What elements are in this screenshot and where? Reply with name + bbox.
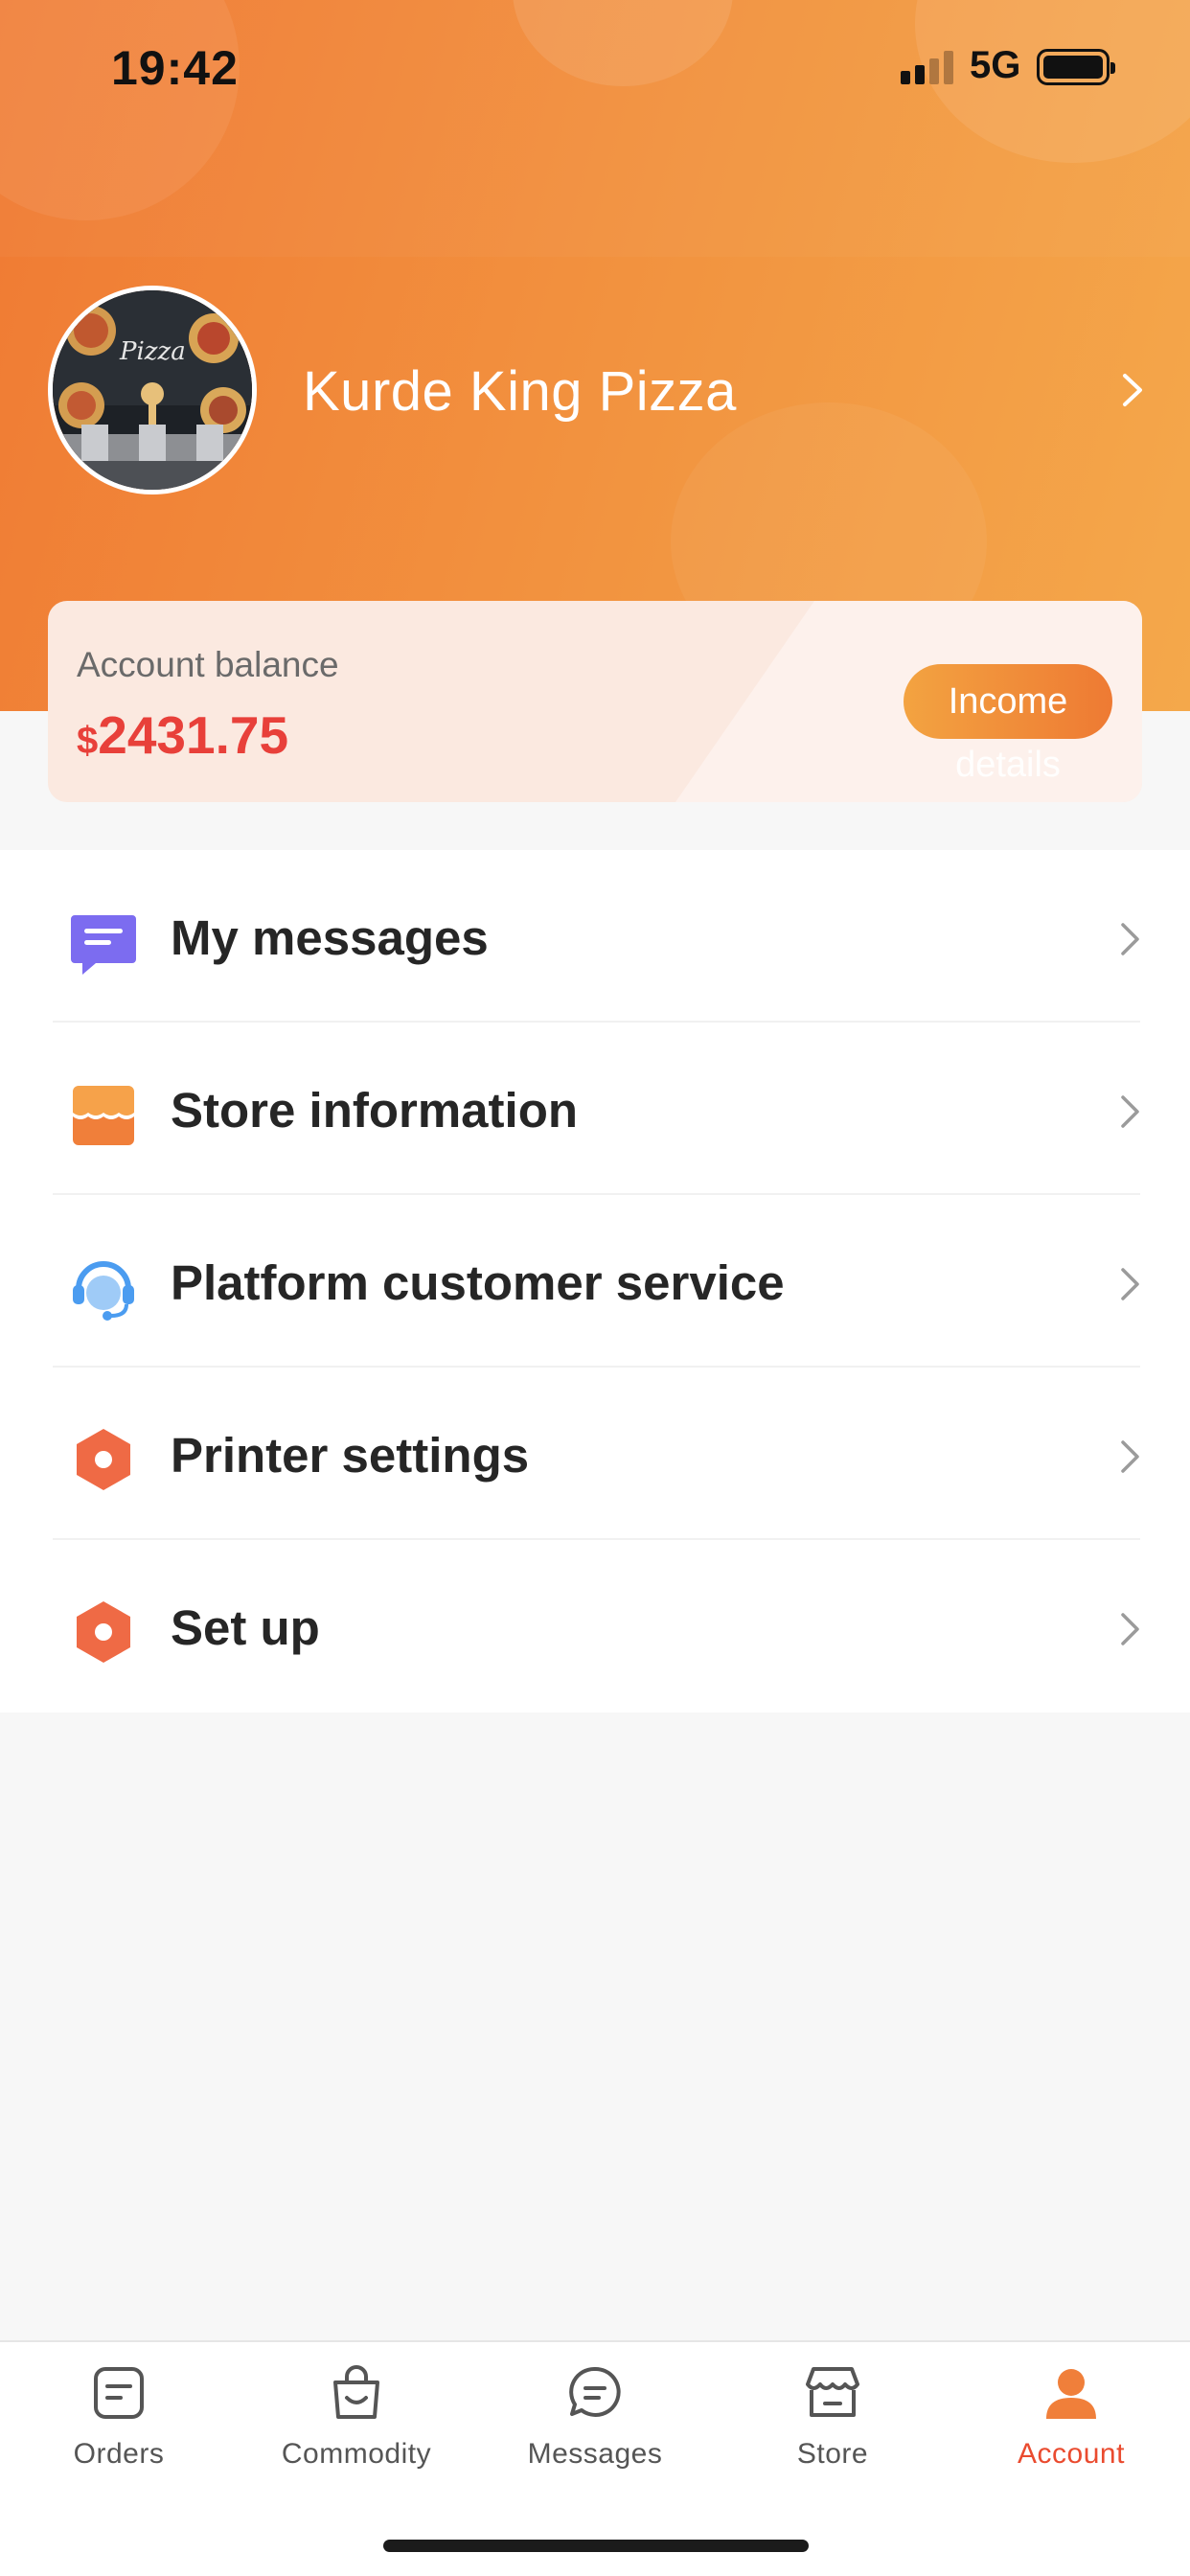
tab-commodity[interactable]: Commodity xyxy=(238,2342,475,2486)
menu-item-printer-settings[interactable]: Printer settings xyxy=(0,1368,1190,1540)
menu-item-label: Store information xyxy=(171,1083,579,1138)
hexagon-gear-icon xyxy=(77,1429,130,1490)
menu-item-label: Platform customer service xyxy=(171,1255,785,1310)
income-button-label-2: details xyxy=(955,745,1061,785)
tab-label: Messages xyxy=(527,2438,663,2470)
balance-amount: $2431.75 xyxy=(77,704,288,766)
tab-label: Account xyxy=(1018,2438,1125,2470)
account-menu: My messages Store information Platform c… xyxy=(0,850,1190,1713)
menu-item-set-up[interactable]: Set up xyxy=(0,1540,1190,1713)
tab-orders[interactable]: Orders xyxy=(0,2342,238,2486)
menu-item-label: Set up xyxy=(171,1600,320,1655)
chat-bubble-icon xyxy=(569,2366,621,2417)
chevron-right-icon xyxy=(1121,1268,1139,1300)
menu-item-my-messages[interactable]: My messages xyxy=(0,850,1190,1023)
balance-value: 2431.75 xyxy=(98,705,289,765)
chevron-right-icon[interactable] xyxy=(1111,366,1154,414)
chevron-right-icon xyxy=(1121,1095,1139,1128)
store-avatar[interactable]: Pizza xyxy=(48,286,257,494)
chevron-right-icon xyxy=(1121,1613,1139,1645)
tab-messages[interactable]: Messages xyxy=(476,2342,714,2486)
message-icon xyxy=(71,915,136,975)
tab-account[interactable]: Account xyxy=(952,2342,1190,2486)
tab-label: Store xyxy=(796,2438,869,2470)
signal-icon xyxy=(901,50,954,84)
tab-label: Commodity xyxy=(281,2438,432,2470)
menu-item-label: Printer settings xyxy=(171,1428,530,1483)
status-time: 19:42 xyxy=(111,41,239,95)
network-label: 5G xyxy=(970,44,1021,86)
tab-store[interactable]: Store xyxy=(714,2342,951,2486)
chevron-right-icon xyxy=(1121,1440,1139,1473)
chevron-right-icon xyxy=(1121,923,1139,955)
income-button-label: Income xyxy=(948,681,1068,722)
headset-icon xyxy=(73,1261,134,1321)
store-icon xyxy=(806,2367,859,2417)
store-name[interactable]: Kurde King Pizza xyxy=(303,359,737,424)
balance-label: Account balance xyxy=(77,645,339,684)
menu-item-label: My messages xyxy=(171,910,489,965)
shopping-bag-icon xyxy=(333,2365,379,2419)
home-indicator[interactable] xyxy=(383,2540,809,2552)
orders-icon xyxy=(94,2367,144,2419)
currency-symbol: $ xyxy=(77,720,99,762)
store-icon xyxy=(73,1086,134,1145)
account-icon xyxy=(1046,2369,1096,2419)
hexagon-gear-icon xyxy=(77,1601,130,1663)
menu-item-platform-customer-service[interactable]: Platform customer service xyxy=(0,1195,1190,1368)
svg-text:Pizza: Pizza xyxy=(119,337,186,366)
menu-item-store-information[interactable]: Store information xyxy=(0,1023,1190,1195)
tab-label: Orders xyxy=(73,2438,165,2470)
balance-card: Account balance $2431.75 Income details xyxy=(48,601,1142,802)
income-details-button[interactable]: Income details xyxy=(904,664,1112,785)
battery-icon xyxy=(1037,49,1115,85)
